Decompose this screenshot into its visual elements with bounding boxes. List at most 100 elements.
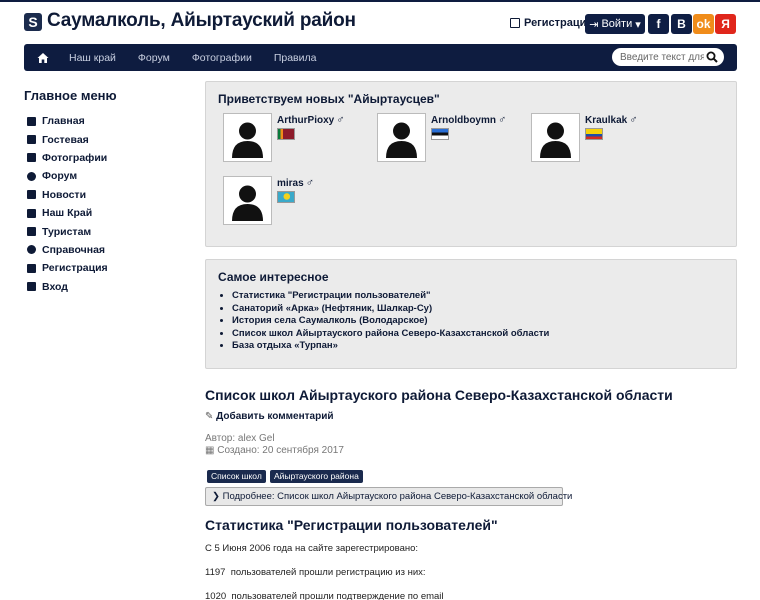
site-title[interactable]: Саумалколь, Айыртауский район — [47, 10, 356, 32]
male-icon: ♂ — [498, 114, 507, 126]
comments-icon — [27, 171, 36, 181]
add-comment-label: Добавить комментарий — [216, 411, 334, 422]
camera-icon — [27, 153, 36, 163]
avatar[interactable] — [377, 113, 426, 162]
site-logo-icon[interactable]: S — [24, 13, 42, 31]
default-avatar-icon — [232, 122, 263, 158]
edit-icon — [510, 18, 520, 28]
article-title[interactable]: Список школ Айыртауского района Северо-К… — [205, 387, 673, 403]
sidebar-item-guestbook[interactable]: Гостевая — [27, 130, 108, 148]
interesting-link[interactable]: История села Саумалколь (Володарское) — [232, 315, 549, 328]
sidebar-item-photos[interactable]: Фотографии — [27, 149, 108, 167]
read-more-label: Подробнее: Список школ Айыртауского райо… — [222, 491, 573, 502]
article-created-label: Создано: 20 сентября 2017 — [217, 445, 344, 456]
default-avatar-icon — [540, 122, 571, 158]
search-input[interactable] — [620, 51, 704, 63]
user-card: ArthurPioxy ♂ — [223, 113, 373, 165]
vk-icon[interactable]: B — [671, 14, 692, 34]
calendar-icon: ▦ — [205, 445, 215, 456]
chevron-right-icon: ❯ — [212, 491, 220, 502]
interesting-list: Статистика "Регистрации пользователей" С… — [232, 290, 549, 353]
sign-in-icon — [27, 282, 36, 292]
news-icon — [27, 190, 36, 200]
interesting-link[interactable]: Санаторий «Арка» (Нефтяник, Шалкар-Су) — [232, 303, 549, 316]
user-card: Kraulkak ♂ — [531, 113, 681, 165]
default-avatar-icon — [386, 122, 417, 158]
sidebar-item-label: Наш Край — [42, 207, 93, 220]
comment-icon: ✎ — [205, 411, 214, 422]
sri-lanka-flag — [277, 128, 295, 140]
male-icon: ♂ — [305, 177, 314, 189]
interesting-link[interactable]: Список школ Айыртауского района Северо-К… — [232, 328, 549, 341]
main-navbar: Наш край Форум Фотографии Правила — [24, 44, 737, 71]
odnoklassniki-icon[interactable]: ok — [693, 14, 714, 34]
tag-link[interactable]: Айыртауского района — [270, 470, 363, 483]
read-more-button[interactable]: ❯ Подробнее: Список школ Айыртауского ра… — [205, 487, 572, 506]
sidebar-item-news[interactable]: Новости — [27, 186, 108, 204]
add-comment-link[interactable]: ✎ Добавить комментарий — [205, 411, 334, 422]
new-users-panel: Приветствуем новых "Айыртаусцев" ArthurP… — [205, 81, 737, 247]
sidebar-item-register[interactable]: Регистрация — [27, 259, 108, 277]
avatar[interactable] — [223, 113, 272, 162]
sidebar-item-forum[interactable]: Форум — [27, 167, 108, 185]
road-icon — [27, 227, 36, 237]
stats-line: 1197 пользователей прошли регистрацию из… — [205, 567, 426, 578]
nav-item-our-region[interactable]: Наш край — [61, 52, 130, 64]
info-icon — [27, 245, 36, 255]
user-name: miras — [277, 178, 304, 189]
sidebar-item-label: Главная — [42, 115, 85, 128]
register-link[interactable]: Регистрация — [510, 17, 593, 29]
sidebar-item-our-region[interactable]: Наш Край — [27, 204, 108, 222]
sidebar-item-login[interactable]: Вход — [27, 278, 108, 296]
kazakhstan-flag — [277, 191, 295, 203]
interesting-link[interactable]: Статистика "Регистрации пользователей" — [232, 290, 549, 303]
search-icon[interactable] — [706, 51, 718, 63]
ecuador-flag — [585, 128, 603, 140]
sidebar-item-label: Фотографии — [42, 151, 108, 164]
article-author: Автор: alex Gel — [205, 433, 275, 444]
sidebar-menu: Главная Гостевая Фотографии Форум Новост… — [27, 112, 108, 296]
male-icon: ♂ — [629, 114, 638, 126]
sidebar-item-label: Справочная — [42, 243, 106, 256]
sidebar-item-tourists[interactable]: Туристам — [27, 222, 108, 240]
male-icon: ♂ — [336, 114, 345, 126]
user-name: Kraulkak — [585, 115, 628, 126]
sidebar-item-label: Новости — [42, 188, 87, 201]
stats-line: 1020 пользователей прошли подтверждение … — [205, 591, 444, 600]
user-name-link[interactable]: ArthurPioxy ♂ — [277, 114, 344, 126]
edit-icon — [27, 135, 36, 145]
tag-link[interactable]: Список школ — [207, 470, 266, 483]
home-icon — [27, 116, 36, 126]
avatar[interactable] — [531, 113, 580, 162]
user-name-link[interactable]: miras ♂ — [277, 177, 314, 189]
avatar[interactable] — [223, 176, 272, 225]
home-icon — [37, 52, 48, 63]
interesting-panel: Самое интересное Статистика "Регистрации… — [205, 259, 737, 369]
sidebar-title: Главное меню — [24, 88, 117, 103]
stats-title[interactable]: Статистика "Регистрации пользователей" — [205, 517, 498, 533]
estonia-flag — [431, 128, 449, 140]
user-name-link[interactable]: Kraulkak ♂ — [585, 114, 638, 126]
map-icon — [27, 208, 36, 218]
nav-item-forum[interactable]: Форум — [130, 52, 184, 64]
sidebar-item-home[interactable]: Главная — [27, 112, 108, 130]
login-button[interactable]: ⇥ Войти ▾ — [585, 14, 645, 34]
interesting-link[interactable]: База отдыха «Турпан» — [232, 340, 549, 353]
login-label: Войти — [601, 18, 633, 30]
interesting-title: Самое интересное — [218, 270, 329, 284]
nav-item-rules[interactable]: Правила — [266, 52, 331, 64]
nav-home-button[interactable] — [24, 44, 61, 71]
facebook-icon[interactable]: f — [648, 14, 669, 34]
stats-line: С 5 Июня 2006 года на сайте зарегестриро… — [205, 543, 419, 554]
yandex-icon[interactable]: Я — [715, 14, 736, 34]
register-label: Регистрация — [524, 17, 593, 29]
user-name: Arnoldboymn — [431, 115, 496, 126]
user-name: ArthurPioxy — [277, 115, 335, 126]
new-users-title: Приветствуем новых "Айыртаусцев" — [218, 92, 440, 106]
sidebar-item-info[interactable]: Справочная — [27, 241, 108, 259]
nav-item-photos[interactable]: Фотографии — [184, 52, 266, 64]
sidebar-item-label: Вход — [42, 280, 68, 293]
user-name-link[interactable]: Arnoldboymn ♂ — [431, 114, 506, 126]
search-box — [612, 48, 724, 66]
default-avatar-icon — [232, 185, 263, 221]
